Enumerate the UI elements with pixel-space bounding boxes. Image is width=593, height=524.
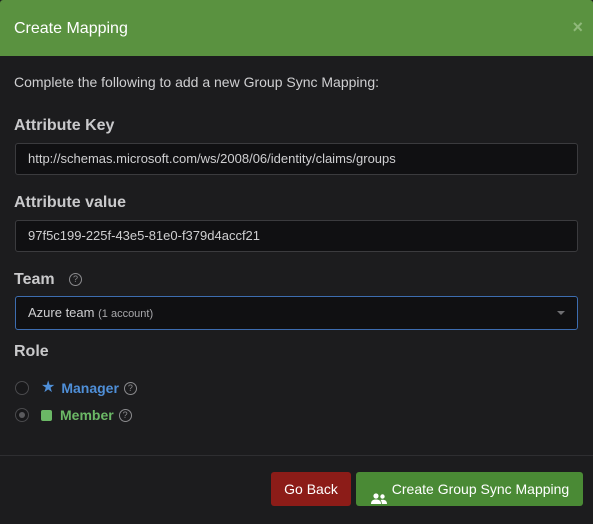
team-label: Team ? bbox=[14, 271, 83, 289]
role-option-manager[interactable]: ★ Manager ? bbox=[15, 379, 137, 397]
team-select[interactable]: Azure team (1 account) bbox=[15, 296, 578, 330]
attribute-value-label: Attribute value bbox=[14, 194, 127, 211]
footer-divider bbox=[0, 455, 593, 456]
close-icon[interactable]: × bbox=[572, 17, 583, 37]
team-select-account-count: (1 account) bbox=[98, 308, 154, 320]
team-select-value: Azure team bbox=[28, 305, 95, 320]
member-label: Member bbox=[60, 407, 114, 423]
chevron-down-icon bbox=[557, 311, 565, 315]
help-icon[interactable]: ? bbox=[123, 381, 137, 395]
star-icon: ★ bbox=[41, 379, 56, 396]
manager-label: Manager bbox=[61, 380, 119, 396]
square-icon bbox=[41, 409, 52, 421]
manager-radio[interactable] bbox=[15, 381, 29, 395]
role-label: Role bbox=[14, 343, 49, 360]
create-button-label: Create Group Sync Mapping bbox=[391, 481, 570, 497]
go-back-button[interactable]: Go Back bbox=[271, 472, 351, 506]
create-group-sync-mapping-button[interactable]: Create Group Sync Mapping bbox=[356, 472, 583, 506]
dialog-title: Create Mapping bbox=[14, 20, 128, 37]
attribute-key-label: Attribute Key bbox=[14, 117, 115, 134]
member-radio[interactable] bbox=[15, 408, 29, 422]
help-icon[interactable]: ? bbox=[118, 408, 132, 422]
attribute-key-input[interactable]: http://schemas.microsoft.com/ws/2008/06/… bbox=[15, 143, 578, 175]
help-icon[interactable]: ? bbox=[69, 273, 83, 287]
users-icon bbox=[370, 483, 388, 505]
intro-text: Complete the following to add a new Grou… bbox=[14, 74, 379, 90]
attribute-value-input[interactable]: 97f5c199-225f-43e5-81e0-f379d4accf21 bbox=[15, 220, 578, 252]
role-option-member[interactable]: Member ? bbox=[15, 406, 132, 424]
team-label-text: Team bbox=[14, 271, 55, 288]
create-mapping-dialog: Create Mapping × Complete the following … bbox=[0, 0, 593, 524]
dialog-header: Create Mapping × bbox=[0, 0, 593, 56]
